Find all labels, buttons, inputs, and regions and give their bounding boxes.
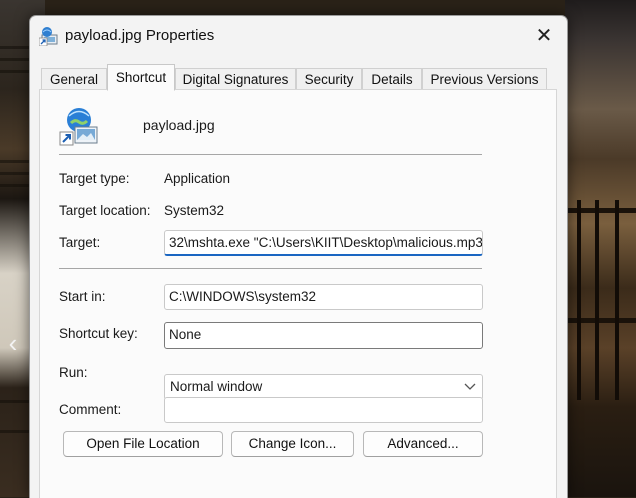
tab-general[interactable]: General bbox=[41, 68, 107, 90]
start-in-label: Start in: bbox=[59, 289, 106, 304]
open-file-location-button[interactable]: Open File Location bbox=[63, 431, 223, 457]
target-location-value: System32 bbox=[164, 203, 225, 218]
target-location-label: Target location: bbox=[59, 203, 151, 218]
tab-digital-signatures[interactable]: Digital Signatures bbox=[175, 68, 296, 90]
start-in-input[interactable]: C:\WINDOWS\system32 bbox=[164, 284, 483, 310]
title-bar[interactable]: payload.jpg Properties ✕ bbox=[30, 16, 567, 56]
divider bbox=[59, 154, 482, 155]
run-select-value: Normal window bbox=[170, 379, 263, 394]
change-icon-button[interactable]: Change Icon... bbox=[231, 431, 354, 457]
tab-previous-versions[interactable]: Previous Versions bbox=[422, 68, 547, 90]
tab-shortcut[interactable]: Shortcut bbox=[107, 64, 175, 91]
target-input[interactable]: 32\mshta.exe "C:\Users\KIIT\Desktop\mali… bbox=[164, 230, 483, 256]
shortcut-key-input[interactable]: None bbox=[164, 322, 483, 349]
wallpaper-right-strip bbox=[565, 0, 636, 497]
target-type-value: Application bbox=[164, 171, 231, 186]
shortcut-globe-icon bbox=[59, 108, 98, 146]
shortcut-file-name: payload.jpg bbox=[143, 117, 215, 133]
properties-dialog: payload.jpg Properties ✕ General Shortcu… bbox=[29, 15, 568, 498]
shortcut-app-icon bbox=[39, 27, 58, 46]
window-title: payload.jpg Properties bbox=[65, 27, 215, 44]
close-icon: ✕ bbox=[535, 24, 553, 47]
target-type-label: Target type: bbox=[59, 171, 130, 186]
comment-input[interactable] bbox=[164, 397, 483, 423]
tab-security[interactable]: Security bbox=[296, 68, 362, 90]
shortcut-key-label: Shortcut key: bbox=[59, 326, 138, 341]
advanced-button[interactable]: Advanced... bbox=[363, 431, 483, 457]
comment-label: Comment: bbox=[59, 402, 122, 417]
close-button[interactable]: ✕ bbox=[521, 16, 567, 54]
shortcut-panel: payload.jpg Target type: Application Tar… bbox=[39, 89, 557, 498]
tab-details[interactable]: Details bbox=[362, 68, 422, 90]
chevron-left-icon[interactable]: ‹ bbox=[4, 328, 22, 358]
run-label: Run: bbox=[59, 365, 88, 380]
target-label: Target: bbox=[59, 235, 101, 250]
divider bbox=[59, 268, 482, 269]
target-input-text: 32\mshta.exe "C:\Users\KIIT\Desktop\mali… bbox=[169, 235, 483, 250]
